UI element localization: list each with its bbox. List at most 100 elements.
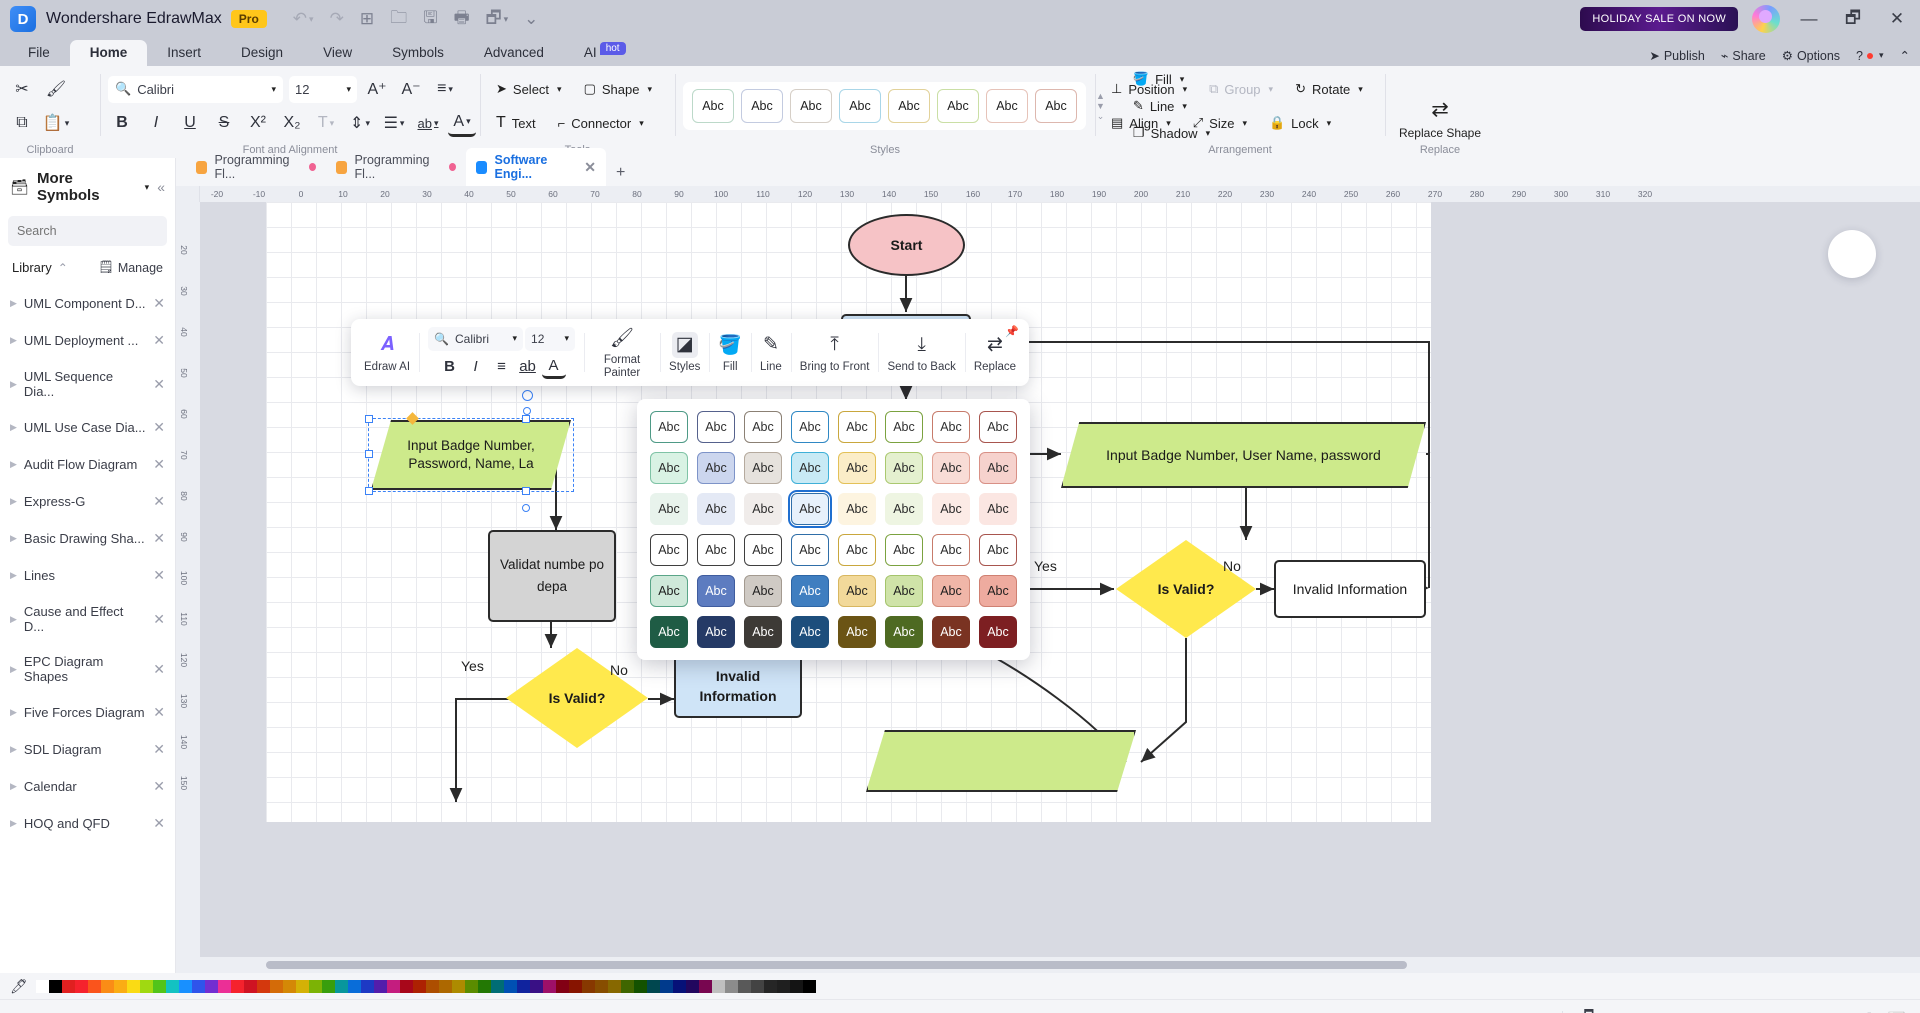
palette-color-59[interactable] [802, 979, 816, 993]
menu-item-insert[interactable]: Insert [147, 40, 221, 66]
bold-icon[interactable]: B [438, 355, 462, 379]
style-swatch-3-3[interactable]: Abc [791, 534, 829, 566]
undo-icon[interactable]: ↶ ▾ [293, 9, 314, 29]
invalid-info-right-node[interactable]: Invalid Information [1274, 560, 1426, 618]
copy-icon[interactable]: ⧉ [8, 109, 36, 137]
quick-style-1[interactable]: Abc [692, 89, 734, 123]
palette-color-38[interactable] [529, 979, 543, 993]
sidebar-item-hoq-qfd[interactable]: ▶ HOQ and QFD ✕ [0, 805, 175, 842]
style-swatch-1-3[interactable]: Abc [791, 452, 829, 484]
style-swatch-0-5[interactable]: Abc [885, 411, 923, 443]
style-swatch-4-6[interactable]: Abc [932, 575, 970, 607]
style-swatch-0-4[interactable]: Abc [838, 411, 876, 443]
sidebar-item-uml-component[interactable]: ▶ UML Component D... ✕ [0, 285, 175, 322]
style-swatch-2-4[interactable]: Abc [838, 493, 876, 525]
position-button[interactable]: ⊥ Position ▾ [1103, 77, 1195, 101]
close-button[interactable]: ✕ [1882, 9, 1912, 29]
text-effect-icon[interactable]: T ▾ [312, 109, 340, 137]
style-swatch-5-1[interactable]: Abc [697, 616, 735, 648]
bullet-list-icon[interactable]: ☰ ▾ [380, 109, 408, 137]
chevron-down-icon[interactable]: ▾ [145, 182, 150, 193]
palette-color-32[interactable] [451, 979, 465, 993]
chevron-down-icon[interactable]: ▾ [346, 84, 351, 95]
sidebar-item-basic-drawing[interactable]: ▶ Basic Drawing Sha... ✕ [0, 520, 175, 557]
invalid-info-left-node[interactable]: Invalid Information [674, 654, 802, 718]
style-swatch-3-5[interactable]: Abc [885, 534, 923, 566]
chevron-down-icon[interactable]: ▾ [513, 333, 518, 344]
bold-icon[interactable]: B [108, 109, 136, 137]
library-list[interactable]: ▶ UML Component D... ✕ ▶ UML Deployment … [0, 285, 175, 973]
menu-item-view[interactable]: View [303, 40, 372, 66]
shape-tool[interactable]: ▢ Shape ▾ [576, 77, 660, 101]
palette-color-22[interactable] [321, 979, 335, 993]
text-tool[interactable]: T Text [488, 110, 544, 136]
increase-font-size-icon[interactable]: A⁺ [363, 75, 391, 103]
canvas[interactable]: Start e Login Input Badge Number, Passwo… [200, 202, 1920, 957]
doc-tab-2[interactable]: Software Engi... ✕ [466, 148, 606, 186]
resize-handle-bl[interactable] [365, 487, 373, 495]
style-swatch-5-5[interactable]: Abc [885, 616, 923, 648]
horizontal-scrollbar-area[interactable] [176, 957, 1920, 973]
style-swatch-4-3[interactable]: Abc [791, 575, 829, 607]
palette-color-29[interactable] [412, 979, 426, 993]
style-swatch-5-0[interactable]: Abc [650, 616, 688, 648]
new-icon[interactable]: ⊞ [360, 9, 374, 29]
close-icon[interactable]: ✕ [153, 332, 165, 349]
publish-button[interactable]: ➤ Publish [1649, 48, 1704, 64]
palette-color-21[interactable] [308, 979, 322, 993]
chevron-down-icon[interactable]: ▾ [565, 333, 570, 344]
strikethrough-icon[interactable]: S [210, 109, 238, 137]
style-swatch-2-6[interactable]: Abc [932, 493, 970, 525]
style-swatch-2-1[interactable]: Abc [697, 493, 735, 525]
close-icon[interactable]: ✕ [153, 295, 165, 312]
style-swatch-4-2[interactable]: Abc [744, 575, 782, 607]
style-swatch-2-0[interactable]: Abc [650, 493, 688, 525]
sidebar-item-uml-deployment[interactable]: ▶ UML Deployment ... ✕ [0, 322, 175, 359]
style-swatch-1-4[interactable]: Abc [838, 452, 876, 484]
style-swatch-5-4[interactable]: Abc [838, 616, 876, 648]
input-badge-right-node[interactable]: Input Badge Number, User Name, password [1061, 422, 1426, 488]
palette-color-34[interactable] [477, 979, 491, 993]
float-font-size-input[interactable] [531, 331, 556, 346]
palette-color-53[interactable] [724, 979, 738, 993]
font-color-icon[interactable]: A ▾ [448, 109, 476, 137]
paragraph-align-icon[interactable]: ≡ ▾ [431, 75, 459, 103]
style-swatch-4-1[interactable]: Abc [697, 575, 735, 607]
close-icon[interactable]: ✕ [153, 493, 165, 510]
send-to-back-group[interactable]: ⤓ Send to Back [878, 325, 964, 380]
style-swatch-3-4[interactable]: Abc [838, 534, 876, 566]
format-painter-icon[interactable]: 🖌 [42, 75, 70, 103]
palette-color-37[interactable] [516, 979, 530, 993]
group-button[interactable]: ⧉ Group ▾ [1201, 77, 1281, 101]
quick-style-3[interactable]: Abc [790, 89, 832, 123]
sidebar-item-five-forces[interactable]: ▶ Five Forces Diagram ✕ [0, 694, 175, 731]
chevron-up-icon[interactable]: ⌃ [58, 261, 68, 275]
sidebar-item-uml-use-case[interactable]: ▶ UML Use Case Dia... ✕ [0, 409, 175, 446]
chevron-down-icon[interactable]: ▾ [271, 84, 276, 95]
palette-color-47[interactable] [646, 979, 660, 993]
style-swatch-2-7[interactable]: Abc [979, 493, 1017, 525]
italic-icon[interactable]: I [142, 109, 170, 137]
horizontal-ruler[interactable]: -20 -10 0 10 20 30 40 50 60 70 80 90 100 110 120 130 140… [200, 186, 1920, 202]
quick-style-4[interactable]: Abc [839, 89, 881, 123]
holiday-sale-button[interactable]: HOLIDAY SALE ON NOW [1580, 7, 1738, 31]
palette-color-40[interactable] [555, 979, 569, 993]
palette-color-57[interactable] [776, 979, 790, 993]
palette-color-6[interactable] [113, 979, 127, 993]
font-color-icon[interactable]: A [541, 355, 566, 379]
line-spacing-icon[interactable]: ⇕ ▾ [346, 109, 374, 137]
style-swatch-1-2[interactable]: Abc [744, 452, 782, 484]
palette-color-54[interactable] [737, 979, 751, 993]
quick-style-5[interactable]: Abc [888, 89, 930, 123]
resize-handle-br[interactable] [522, 487, 530, 495]
page-manager-icon[interactable]: ▤ [14, 1010, 30, 1013]
palette-color-51[interactable] [698, 979, 712, 993]
lock-button[interactable]: 🔒 Lock ▾ [1261, 111, 1339, 135]
paste-icon[interactable]: 📋 ▾ [42, 109, 70, 137]
format-painter-group[interactable]: 🖌 Format Painter [584, 325, 660, 380]
close-icon[interactable]: ✕ [153, 704, 165, 721]
menu-item-home[interactable]: Home [69, 40, 148, 66]
ruler-corner[interactable] [176, 186, 200, 202]
float-replace-group[interactable]: ⇄ Replace [964, 325, 1025, 380]
palette-color-9[interactable] [152, 979, 166, 993]
